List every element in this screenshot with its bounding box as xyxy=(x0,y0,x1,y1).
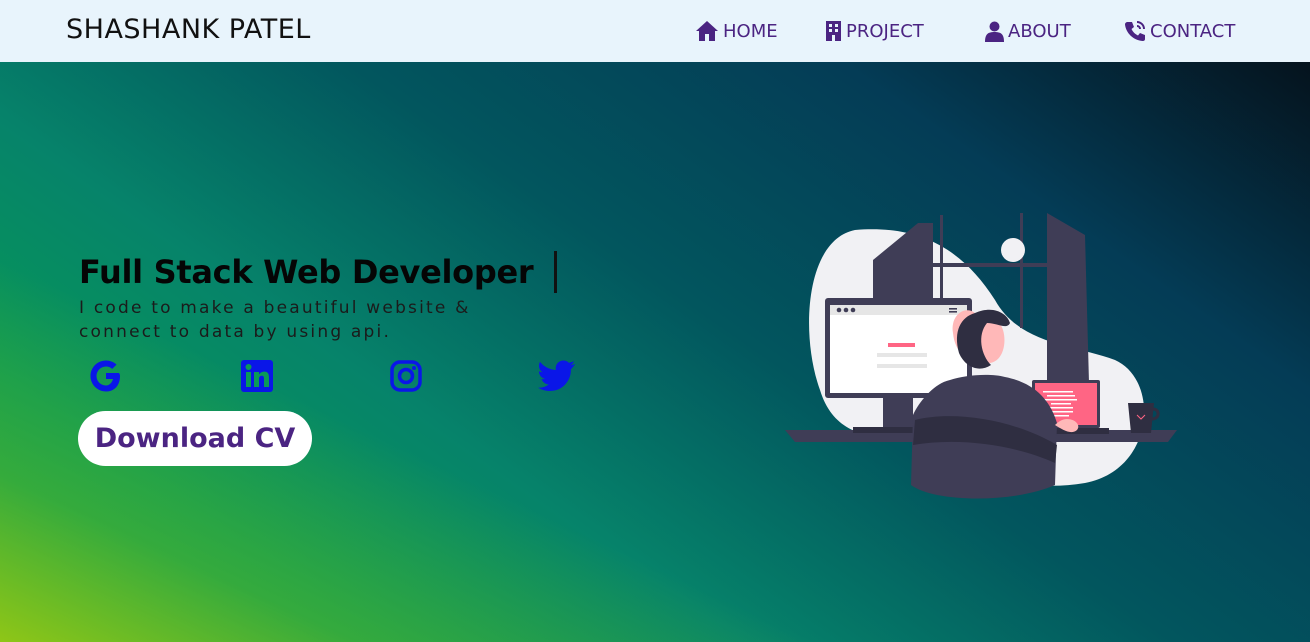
download-cv-button[interactable]: Download CV xyxy=(78,411,312,466)
hero-headline: Full Stack Web Developer xyxy=(79,253,534,291)
instagram-icon xyxy=(389,359,423,398)
twitter-icon xyxy=(538,360,576,397)
home-icon xyxy=(695,20,719,42)
user-icon xyxy=(985,21,1004,42)
nav-home-label: HOME xyxy=(723,20,778,42)
hero-subtitle: I code to make a beautiful website & con… xyxy=(79,298,471,342)
linkedin-link[interactable] xyxy=(237,358,277,398)
nav-project[interactable]: PROJECT xyxy=(825,19,924,43)
nav-home[interactable]: HOME xyxy=(695,19,778,43)
navbar: SHASHANK PATEL HOME PROJECT ABOUT CONTAC… xyxy=(0,0,1310,62)
nav-about[interactable]: ABOUT xyxy=(985,19,1071,43)
building-icon xyxy=(825,21,842,41)
nav-contact[interactable]: CONTACT xyxy=(1124,19,1235,43)
developer-illustration xyxy=(785,205,1180,510)
twitter-link[interactable] xyxy=(537,358,577,398)
google-link[interactable] xyxy=(86,358,126,398)
google-icon xyxy=(88,358,124,399)
phone-icon xyxy=(1124,20,1146,42)
linkedin-icon xyxy=(240,359,274,398)
instagram-link[interactable] xyxy=(386,358,426,398)
nav-about-label: ABOUT xyxy=(1008,20,1071,42)
nav-contact-label: CONTACT xyxy=(1150,20,1236,42)
brand-name[interactable]: SHASHANK PATEL xyxy=(66,14,311,45)
nav-project-label: PROJECT xyxy=(846,20,924,42)
typing-caret xyxy=(554,251,557,293)
